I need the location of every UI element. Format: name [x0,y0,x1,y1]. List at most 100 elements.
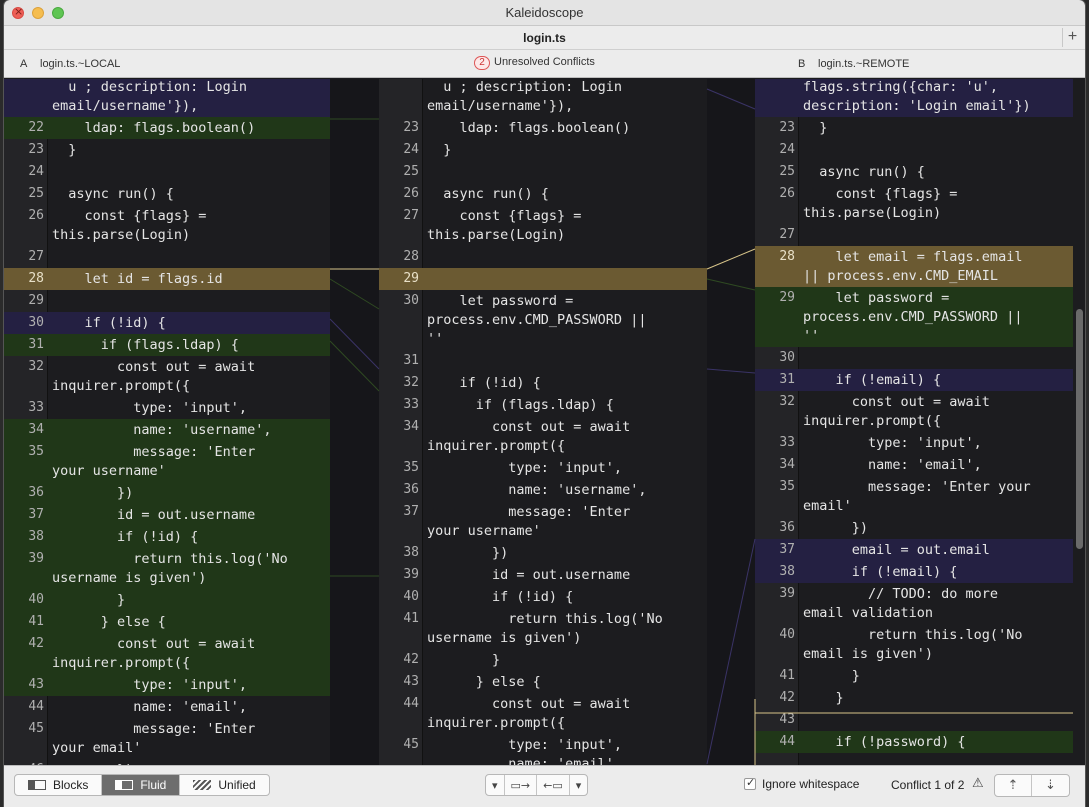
code-line[interactable]: 26 const {flags} = [4,205,330,227]
code-line[interactable]: 31 [379,350,707,372]
code-line[interactable]: 44 name: 'email', [4,696,330,718]
left-menu-chevron-icon[interactable]: ▾ [486,775,505,795]
code-line[interactable]: 23 ldap: flags.boolean() [379,117,707,139]
code-line[interactable]: name: 'email', [379,756,707,765]
code-line[interactable]: 41 } else { [4,611,330,633]
code-line[interactable]: 33 type: 'input', [4,397,330,419]
unified-view-button[interactable]: Unified [180,775,268,795]
new-tab-button[interactable]: + [1062,28,1082,47]
code-line[interactable]: 42 const out = await [4,633,330,655]
code-line[interactable]: 23 } [4,139,330,161]
code-line[interactable]: 24 [4,161,330,183]
code-line[interactable]: 32 const out = await [755,391,1073,413]
code-line[interactable]: 26 async run() { [379,183,707,205]
code-line[interactable]: 24 [755,139,1073,161]
code-line[interactable]: 45 type: 'input', [379,734,707,756]
code-line[interactable]: 23 } [755,117,1073,139]
code-line[interactable]: email is given') [755,646,1073,665]
code-line[interactable]: 38 if (!email) { [755,561,1073,583]
code-line[interactable]: inquirer.prompt({ [4,378,330,397]
code-line[interactable]: 37 message: 'Enter [379,501,707,523]
code-line[interactable]: 42 } [379,649,707,671]
code-line[interactable]: || process.env.CMD_EMAIL [755,268,1073,287]
right-menu-chevron-icon[interactable]: ▾ [570,775,588,795]
right-file-label[interactable]: Blogin.ts.~REMOTE [798,58,909,70]
code-line[interactable]: 26 const {flags} = [755,183,1073,205]
code-line[interactable]: 28 let id = flags.id [4,268,330,290]
code-line[interactable]: 41 return this.log('No [379,608,707,630]
code-line[interactable]: 38 }) [379,542,707,564]
code-line[interactable]: 34 const out = await [379,416,707,438]
code-line[interactable]: 36 name: 'username', [379,479,707,501]
scrollbar-thumb[interactable] [1076,309,1083,549]
code-line[interactable]: 43 } else { [379,671,707,693]
code-line[interactable]: process.env.CMD_PASSWORD || [379,312,707,331]
code-line[interactable]: 32 if (!id) { [379,372,707,394]
ignore-whitespace-toggle[interactable]: Ignore whitespace [744,776,859,791]
code-line[interactable]: 34 name: 'username', [4,419,330,441]
left-file-label[interactable]: Alogin.ts.~LOCAL [20,58,120,70]
code-line[interactable]: 28 [379,246,707,268]
code-line[interactable]: email' [755,498,1073,517]
code-line[interactable]: inquirer.prompt({ [4,655,330,674]
code-line[interactable]: u ; description: Login [379,79,707,98]
code-line[interactable]: 28 let email = flags.email [755,246,1073,268]
code-line[interactable]: this.parse(Login) [755,205,1073,224]
code-line[interactable]: email validation [755,605,1073,624]
code-line[interactable]: 34 name: 'email', [755,454,1073,476]
code-line[interactable]: '' [379,331,707,350]
code-line[interactable]: 42 } [755,687,1073,709]
code-line[interactable]: 44 const out = await [379,693,707,715]
merge-code-pane[interactable]: u ; description: Login email/username'}),… [379,79,707,765]
unresolved-conflicts-indicator[interactable]: 2 Unresolved Conflicts [474,56,595,70]
previous-conflict-icon[interactable]: ⇡ [995,775,1032,796]
code-line[interactable]: 45 message: 'Enter [4,718,330,740]
next-conflict-icon[interactable]: ⇣ [1032,775,1069,796]
code-line[interactable]: 39 id = out.username [379,564,707,586]
code-line[interactable]: 31 if (!email) { [755,369,1073,391]
code-line[interactable]: 25 [379,161,707,183]
code-line[interactable]: email/username'}), [379,98,707,117]
scrollbar-track[interactable] [1073,79,1085,765]
take-left-icon[interactable]: ▭→ [505,775,538,795]
code-line[interactable]: process.env.CMD_PASSWORD || [755,309,1073,328]
code-line[interactable]: 22 ldap: flags.boolean() [4,117,330,139]
code-line[interactable]: 40 return this.log('No [755,624,1073,646]
code-line[interactable]: 35 message: 'Enter [4,441,330,463]
code-line[interactable]: 30 [755,347,1073,369]
fluid-view-button[interactable]: Fluid [102,775,181,795]
code-line[interactable]: 36 }) [755,517,1073,539]
blocks-view-button[interactable]: Blocks [15,775,103,795]
code-line[interactable]: 35 type: 'input', [379,457,707,479]
code-line[interactable]: 31 if (flags.ldap) { [4,334,330,356]
code-line[interactable]: 25 async run() { [4,183,330,205]
code-line[interactable]: 37 email = out.email [755,539,1073,561]
code-line[interactable]: 40 } [4,589,330,611]
code-line[interactable]: 30 if (!id) { [4,312,330,334]
code-line[interactable]: your email' [4,740,330,759]
code-line[interactable]: 27 [755,224,1073,246]
code-line[interactable]: this.parse(Login) [4,227,330,246]
code-line[interactable]: your username' [379,523,707,542]
code-line[interactable]: 39 return this.log('No [4,548,330,570]
code-line[interactable]: email/username'}), [4,98,330,117]
code-line[interactable]: 38 if (!id) { [4,526,330,548]
code-line[interactable]: 25 async run() { [755,161,1073,183]
code-line[interactable]: 40 if (!id) { [379,586,707,608]
code-line[interactable]: 41 } [755,665,1073,687]
code-line[interactable]: '' [755,328,1073,347]
code-line[interactable]: 33 if (flags.ldap) { [379,394,707,416]
code-line[interactable]: 27 [4,246,330,268]
left-code-pane[interactable]: u ; description: Login email/username'}),… [4,79,330,765]
code-line[interactable]: 24 } [379,139,707,161]
code-line[interactable]: your username' [4,463,330,482]
code-line[interactable]: 29 let password = [755,287,1073,309]
code-line[interactable]: flags.string({char: 'u', [755,79,1073,98]
code-line[interactable]: u ; description: Login [4,79,330,98]
code-line[interactable]: 35 message: 'Enter your [755,476,1073,498]
code-line[interactable]: 44 if (!password) { [755,731,1073,753]
code-line[interactable]: 29 [379,268,707,290]
code-line[interactable]: 36 }) [4,482,330,504]
code-line[interactable]: inquirer.prompt({ [379,715,707,734]
code-line[interactable]: 43 type: 'input', [4,674,330,696]
